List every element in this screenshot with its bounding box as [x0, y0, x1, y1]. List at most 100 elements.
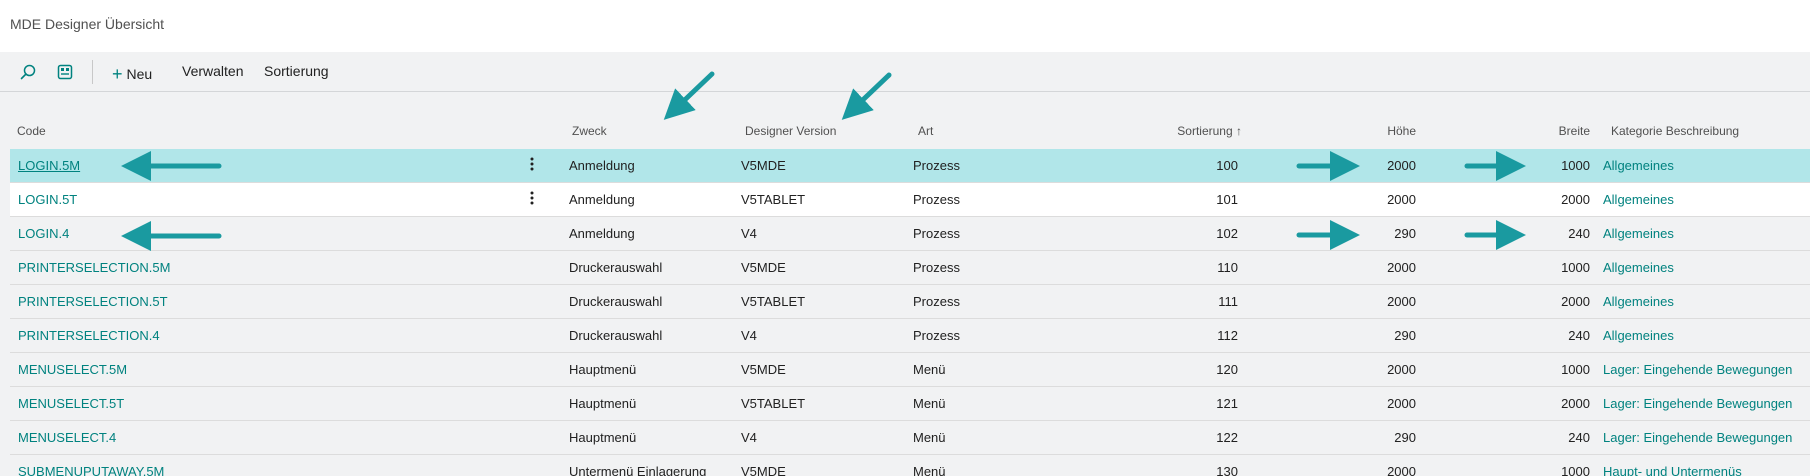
cell-breite: 1000 [1561, 260, 1590, 275]
cell-art: Prozess [913, 226, 960, 241]
cell-hoehe: 2000 [1387, 362, 1416, 377]
new-button[interactable]: + Neu [112, 63, 152, 84]
cell-breite: 2000 [1561, 192, 1590, 207]
cell-breite: 240 [1568, 226, 1590, 241]
cell-breite: 240 [1568, 328, 1590, 343]
cell-zweck: Hauptmenü [569, 362, 637, 377]
table-row[interactable]: PRINTERSELECTION.5T Druckerauswahl V5TABLE… [10, 285, 1810, 319]
cell-designer-version: V4 [741, 328, 757, 343]
kategorie-link[interactable]: Allgemeines [1603, 328, 1674, 343]
cell-hoehe: 2000 [1387, 464, 1416, 476]
table-row[interactable]: LOGIN.4 Anmeldung V4 Prozess 102 290 240 Allgem… [10, 217, 1810, 251]
cell-breite: 2000 [1561, 294, 1590, 309]
cell-breite: 240 [1568, 430, 1590, 445]
cell-art: Prozess [913, 158, 960, 173]
kategorie-link[interactable]: Haupt- und Untermenüs [1603, 464, 1742, 476]
toolbar-separator [92, 60, 93, 84]
column-header-zweck[interactable]: Zweck [572, 124, 607, 138]
cell-art: Menü [913, 396, 946, 411]
cell-sortierung: 111 [1218, 294, 1238, 309]
table-row[interactable]: LOGIN.5M Anmeldung V5MDE Prozess 100 2000 1000… [10, 149, 1810, 183]
page-title: MDE Designer Übersicht [10, 16, 165, 32]
cell-zweck: Druckerauswahl [569, 294, 663, 309]
cell-designer-version: V5TABLET [741, 294, 806, 309]
column-header-sortierung[interactable]: Sortierung ↑ [1140, 124, 1242, 138]
cell-hoehe: 2000 [1387, 260, 1416, 275]
column-header-hoehe[interactable]: Höhe [1340, 124, 1416, 138]
cell-zweck: Hauptmenü [569, 396, 637, 411]
cell-designer-version: V4 [741, 226, 757, 241]
layout-icon[interactable] [54, 61, 76, 83]
cell-breite: 1000 [1561, 158, 1590, 173]
kategorie-link[interactable]: Allgemeines [1603, 294, 1674, 309]
kategorie-link[interactable]: Allgemeines [1603, 226, 1674, 241]
cell-art: Menü [913, 430, 946, 445]
cell-designer-version: V5MDE [741, 158, 786, 173]
table-row[interactable]: PRINTERSELECTION.5M Druckerauswahl V5MDE Pr… [10, 251, 1810, 285]
cell-sortierung: 112 [1217, 328, 1238, 343]
cell-sortierung: 122 [1216, 430, 1238, 445]
cell-sortierung: 130 [1216, 464, 1238, 476]
cell-hoehe: 290 [1394, 328, 1416, 343]
cell-hoehe: 2000 [1387, 192, 1416, 207]
table-row[interactable]: PRINTERSELECTION.4 Druckerauswahl V4 Prozes… [10, 319, 1810, 353]
column-header-code[interactable]: Code [17, 124, 46, 138]
kategorie-link[interactable]: Allgemeines [1603, 192, 1674, 207]
cell-hoehe: 2000 [1387, 396, 1416, 411]
row-menu-icon[interactable] [526, 156, 538, 174]
table-row[interactable]: MENUSELECT.5M Hauptmenü V5MDE Menü 120 2000 10… [10, 353, 1810, 387]
search-icon[interactable] [17, 61, 39, 83]
column-header-art[interactable]: Art [918, 124, 933, 138]
table-row[interactable]: MENUSELECT.5T Hauptmenü V5TABLET Menü 121 200… [10, 387, 1810, 421]
code-link[interactable]: MENUSELECT.5M [18, 362, 127, 377]
cell-sortierung: 101 [1216, 192, 1238, 207]
cell-zweck: Untermenü Einlagerung [569, 464, 707, 476]
cell-art: Menü [913, 362, 946, 377]
cell-hoehe: 2000 [1387, 294, 1416, 309]
cell-art: Prozess [913, 192, 960, 207]
kategorie-link[interactable]: Lager: Eingehende Bewegungen [1603, 362, 1792, 377]
cell-art: Prozess [913, 328, 960, 343]
table-header: Code Zweck Designer Version Art Sortieru… [0, 118, 1810, 148]
plus-icon: + [112, 64, 123, 84]
code-link[interactable]: LOGIN.4 [18, 226, 69, 241]
kategorie-link[interactable]: Allgemeines [1603, 260, 1674, 275]
cell-sortierung: 102 [1216, 226, 1238, 241]
code-link[interactable]: LOGIN.5M [18, 158, 80, 173]
row-menu-icon[interactable] [526, 190, 538, 208]
title-bar: MDE Designer Übersicht [0, 0, 1810, 52]
table-row[interactable]: MENUSELECT.4 Hauptmenü V4 Menü 122 290 240 Lage… [10, 421, 1810, 455]
page: MDE Designer Übersicht + Neu Verwalten So… [0, 0, 1810, 476]
kategorie-link[interactable]: Lager: Eingehende Bewegungen [1603, 430, 1792, 445]
cell-zweck: Druckerauswahl [569, 328, 663, 343]
code-link[interactable]: PRINTERSELECTION.5T [18, 294, 168, 309]
table-row[interactable]: LOGIN.5T Anmeldung V5TABLET Prozess 101 2000 2… [10, 183, 1810, 217]
toolbar-divider [0, 91, 1810, 92]
code-link[interactable]: LOGIN.5T [18, 192, 77, 207]
kategorie-link[interactable]: Allgemeines [1603, 158, 1674, 173]
cell-hoehe: 2000 [1387, 158, 1416, 173]
sort-button[interactable]: Sortierung [264, 63, 329, 79]
cell-hoehe: 290 [1394, 226, 1416, 241]
kategorie-link[interactable]: Lager: Eingehende Bewegungen [1603, 396, 1792, 411]
cell-breite: 2000 [1561, 396, 1590, 411]
cell-designer-version: V4 [741, 430, 757, 445]
code-link[interactable]: MENUSELECT.4 [18, 430, 116, 445]
code-link[interactable]: SUBMENUPUTAWAY.5M [18, 464, 164, 476]
column-header-kategorie[interactable]: Kategorie Beschreibung [1611, 124, 1739, 138]
column-header-breite[interactable]: Breite [1520, 124, 1590, 138]
cell-zweck: Hauptmenü [569, 430, 637, 445]
table-row[interactable]: SUBMENUPUTAWAY.5M Untermenü Einlagerung V5… [10, 455, 1810, 476]
sort-ascending-icon: ↑ [1236, 124, 1242, 138]
cell-designer-version: V5MDE [741, 260, 786, 275]
cell-designer-version: V5TABLET [741, 192, 806, 207]
cell-art: Menü [913, 464, 946, 476]
column-header-designer-version[interactable]: Designer Version [745, 124, 836, 138]
cell-designer-version: V5MDE [741, 464, 786, 476]
code-link[interactable]: PRINTERSELECTION.5M [18, 260, 170, 275]
code-link[interactable]: PRINTERSELECTION.4 [18, 328, 160, 343]
cell-sortierung: 100 [1216, 158, 1238, 173]
cell-art: Prozess [913, 260, 960, 275]
code-link[interactable]: MENUSELECT.5T [18, 396, 124, 411]
manage-button[interactable]: Verwalten [182, 63, 243, 79]
